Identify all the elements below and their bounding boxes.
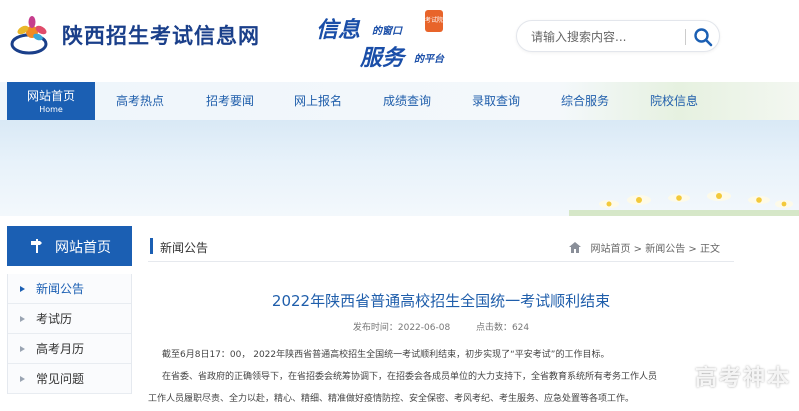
breadcrumb-sep: > — [688, 244, 697, 255]
triangle-bullet-icon — [20, 316, 25, 322]
nav-item-gaokao-hot[interactable]: 高考热点 — [108, 82, 172, 120]
slogan-line1-small: 的窗口 — [372, 26, 402, 37]
sidebar-item-exam-calendar[interactable]: 考试历 — [8, 304, 131, 334]
nav-item-admission[interactable]: 录取查询 — [464, 82, 528, 120]
breadcrumb-current: 正文 — [700, 244, 720, 255]
main-nav: 网站首页 Home 高考热点 招考要闻 网上报名 成绩查询 录取查询 综合服务 … — [0, 82, 799, 120]
sidebar-item-label: 常见问题 — [36, 372, 85, 386]
nav-item-news[interactable]: 招考要闻 — [198, 82, 262, 120]
views-label: 点击数： — [475, 323, 512, 333]
nav-item-services[interactable]: 综合服务 — [553, 82, 617, 120]
sidebar-header[interactable]: 网站首页 — [7, 226, 132, 266]
daisy-flowers-image — [569, 191, 799, 216]
section-title: 新闻公告 — [160, 241, 209, 255]
article-paragraph: 在省委、省政府的正确领导下，在省招委会统筹协调下，在招委会各成员单位的大力支持下… — [162, 372, 658, 382]
home-icon — [569, 242, 582, 253]
section-bar: 新闻公告 网站首页 > 新闻公告 > 正文 — [148, 232, 734, 262]
sidebar-item-faq[interactable]: 常见问题 — [8, 364, 131, 394]
sidebar: 网站首页 新闻公告 考试历 高考月历 常见问题 — [7, 226, 132, 411]
banner-image — [0, 120, 799, 216]
article-paragraph: 截至6月8日17：00， 2022年陕西省普通高校招生全国统一考试顺利结束，初步… — [162, 350, 610, 360]
article-paragraph: 工作人员履职尽责、全力以赴，精心、精细、精准做好疫情防控、安全保密、考风考纪、考… — [148, 394, 635, 404]
article-title: 2022年陕西省普通高校招生全国统一考试顺利结束 — [271, 292, 611, 310]
sidebar-item-label: 新闻公告 — [36, 282, 85, 296]
article-meta: 发布时间：2022-06-08 点击数：624 — [148, 320, 734, 333]
search-box — [516, 20, 720, 52]
view-count: 624 — [511, 323, 530, 333]
watermark-text: 高考神本 — [694, 366, 791, 391]
search-input[interactable] — [531, 27, 681, 47]
slogan-line1: 信息 — [316, 17, 361, 43]
date-label: 发布时间： — [352, 323, 398, 333]
seal-stamp: 考试院 — [425, 10, 443, 32]
sidebar-item-label: 考试历 — [36, 312, 73, 326]
nav-item-registration[interactable]: 网上报名 — [286, 82, 350, 120]
triangle-bullet-icon — [20, 376, 25, 382]
search-divider — [685, 29, 686, 45]
site-title[interactable]: 陕西招生考试信息网 — [62, 20, 260, 50]
sidebar-item-label: 高考月历 — [36, 342, 85, 356]
nav-item-scores[interactable]: 成绩查询 — [375, 82, 439, 120]
search-icon[interactable] — [691, 25, 715, 49]
site-header: 陕西招生考试信息网 信息 的窗口 服务 的平台 考试院 — [0, 0, 799, 82]
sidebar-title: 网站首页 — [55, 240, 111, 256]
breadcrumb-news[interactable]: 新闻公告 — [645, 244, 685, 255]
section-marker — [150, 238, 153, 254]
nav-home-label: 网站首页 — [26, 89, 75, 103]
nav-item-colleges[interactable]: 院校信息 — [642, 82, 706, 120]
signpost-icon — [31, 239, 42, 253]
breadcrumb-sep: > — [633, 244, 643, 255]
nav-home[interactable]: 网站首页 Home — [7, 82, 95, 120]
sidebar-item-news[interactable]: 新闻公告 — [8, 274, 131, 304]
triangle-bullet-icon — [20, 346, 25, 352]
slogan-line2-small: 的平台 — [414, 54, 444, 65]
triangle-bullet-icon — [20, 286, 25, 292]
sidebar-list: 新闻公告 考试历 高考月历 常见问题 — [7, 274, 132, 394]
nav-home-sub: Home — [39, 105, 63, 114]
slogan-line2: 服务 — [360, 45, 405, 71]
logo-icon[interactable] — [8, 12, 54, 58]
breadcrumb-home[interactable]: 网站首页 — [590, 244, 630, 255]
publish-date: 2022-06-08 — [397, 323, 451, 333]
slogan: 信息 的窗口 服务 的平台 考试院 — [312, 8, 462, 71]
breadcrumb: 网站首页 > 新闻公告 > 正文 — [569, 240, 720, 255]
sidebar-item-gaokao-monthly[interactable]: 高考月历 — [8, 334, 131, 364]
watermark: 高考神本 — [640, 352, 799, 411]
